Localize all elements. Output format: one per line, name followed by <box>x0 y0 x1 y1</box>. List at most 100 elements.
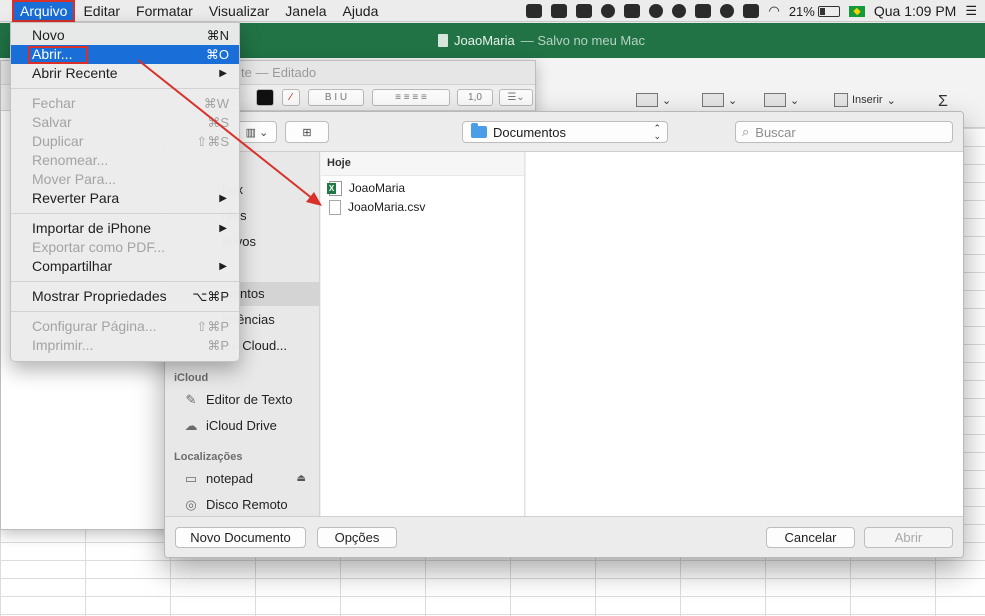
file-column: Hoje JoaoMaria JoaoMaria.csv <box>321 152 525 516</box>
menu-visualizar[interactable]: Visualizar <box>201 0 277 22</box>
messenger-icon[interactable] <box>551 4 568 18</box>
menu-item-abrir-recente[interactable]: Abrir Recente ▶ <box>11 64 239 83</box>
cloud-icon: ☁ <box>184 418 198 433</box>
globe-icon[interactable] <box>672 4 687 18</box>
submenu-arrow-icon: ▶ <box>219 68 227 79</box>
battery-icon <box>817 5 840 17</box>
menu-separator <box>11 213 239 214</box>
search-icon: ⌕ <box>742 124 750 139</box>
menu-item-renomear: Renomear... <box>32 152 109 168</box>
menu-item-importar-de-iphone[interactable]: Importar de iPhone ▶ <box>11 219 239 238</box>
options-button[interactable]: Opções <box>317 527 397 548</box>
clock[interactable]: Qua 1:09 PM <box>874 3 957 19</box>
sidebar-item-icloud-drive[interactable]: ☁ iCloud Drive <box>165 414 320 438</box>
sidebar-item-notepad[interactable]: ▭ notepad ⏏ <box>165 467 320 491</box>
open-dialog: ▥ ⌄ ⊞ Documentos ⌃⌄ ⌕ Buscar box ntes at… <box>164 111 964 558</box>
airplay-icon[interactable] <box>743 4 760 18</box>
sidebar-item-disco-remoto[interactable]: ◎ Disco Remoto <box>165 493 320 517</box>
menu-icon[interactable]: ☰ <box>965 3 977 19</box>
menu-item-reverter-para[interactable]: Reverter Para ▶ <box>11 189 239 208</box>
updown-chevron-icon: ⌃ ⌄ <box>653 123 661 141</box>
dropbox-icon[interactable] <box>695 4 712 18</box>
document-icon <box>438 34 448 47</box>
menu-item-duplicar: Duplicar ⇧⌘S <box>32 133 229 149</box>
eject-icon[interactable]: ⏏ <box>297 467 306 491</box>
menu-item-exportar-como-pdf: Exportar como PDF... <box>32 239 166 255</box>
insert-button[interactable]: Inserir ⌄ <box>834 93 896 107</box>
shortcut-label: ⌘O <box>205 47 229 62</box>
menu-item-abrir[interactable]: Abrir... ⌘O <box>11 45 239 64</box>
excel-file-icon <box>327 180 342 196</box>
column-header-hoje: Hoje <box>321 152 524 176</box>
menu-item-fechar: Fechar ⌘W <box>32 95 229 111</box>
file-menu: Novo ⌘N Abrir... ⌘O Abrir Recente ▶ Fechar ⌘W Sa… <box>10 22 240 362</box>
flag-app-icon[interactable] <box>624 4 641 18</box>
evernote-icon[interactable] <box>601 4 616 18</box>
menu-item-compartilhar[interactable]: Compartilhar ▶ <box>11 257 239 276</box>
excel-title: JoaoMaria — Salvo no meu Mac <box>438 33 645 48</box>
preview-column <box>526 152 963 516</box>
menu-separator <box>11 88 239 89</box>
shortcut-label: ⇧⌘P <box>196 319 229 334</box>
search-field[interactable]: ⌕ Buscar <box>735 121 953 143</box>
status-area: ◠ 21% Qua 1:09 PM ☰ <box>526 0 977 22</box>
text-color-swatch[interactable] <box>256 89 274 106</box>
shortcut-label: ⇧⌘S <box>196 134 229 149</box>
menu-editar[interactable]: Editar <box>75 0 128 22</box>
line-spacing-select[interactable]: 1,0 <box>457 89 493 106</box>
menu-item-novo[interactable]: Novo ⌘N <box>11 26 239 45</box>
sidebar-heading-locations: Localizações <box>174 451 243 463</box>
sidebar-item-editor-de-texto[interactable]: ✎ Editor de Texto <box>165 388 320 412</box>
drive-icon: ▭ <box>184 471 198 486</box>
menu-item-mover-para: Mover Para... <box>32 171 117 187</box>
menu-item-salvar: Salvar ⌘S <box>32 114 229 130</box>
shortcut-label: ⌘S <box>207 115 229 130</box>
zoom-icon[interactable] <box>526 4 543 18</box>
pen-icon[interactable] <box>576 4 593 18</box>
file-item-joaomaria[interactable]: JoaoMaria <box>321 179 524 197</box>
highlight-color-button[interactable]: ⁄ <box>282 89 300 106</box>
menu-separator <box>11 281 239 282</box>
location-select[interactable]: Documentos ⌃ ⌄ <box>462 121 668 143</box>
text-file-icon <box>329 199 341 215</box>
format-table-button[interactable]: ⌄ <box>636 93 671 107</box>
shortcut-label: ⌘N <box>206 28 229 43</box>
list-select[interactable]: ☰⌄ <box>499 89 533 106</box>
cancel-button[interactable]: Cancelar <box>766 527 855 548</box>
menu-separator <box>11 311 239 312</box>
menu-bar: Arquivo Editar Formatar Visualizar Janel… <box>0 0 985 22</box>
folder-icon <box>471 123 487 138</box>
menu-item-imprimir: Imprimir... ⌘P <box>32 337 229 353</box>
alignment-buttons[interactable]: ≡ ≡ ≡ ≡ <box>372 89 450 106</box>
shortcut-label: ⌥⌘P <box>192 289 229 304</box>
disc-icon: ◎ <box>185 497 197 512</box>
new-folder-button[interactable]: ⊞ <box>285 121 329 143</box>
open-button[interactable]: Abrir <box>864 527 953 548</box>
sync-icon[interactable] <box>720 4 735 18</box>
submenu-arrow-icon: ▶ <box>219 193 227 204</box>
menu-formatar[interactable]: Formatar <box>128 0 201 22</box>
menu-arquivo[interactable]: Arquivo <box>12 0 76 22</box>
new-document-button[interactable]: Novo Documento <box>175 527 306 548</box>
style-buttons[interactable]: B I U <box>308 89 364 106</box>
conditional-format-button[interactable]: ⌄ <box>764 93 799 107</box>
annotation-box <box>28 46 88 64</box>
brazil-flag-icon[interactable] <box>848 5 865 17</box>
cell-styles-button[interactable]: ⌄ <box>702 93 737 107</box>
dialog-footer: Novo Documento Opções Cancelar Abrir <box>165 516 963 557</box>
file-item-joaomaria-csv[interactable]: JoaoMaria.csv <box>321 198 524 216</box>
menu-item-mostrar-propriedades[interactable]: Mostrar Propriedades ⌥⌘P <box>11 287 239 306</box>
view-mode-button[interactable]: ▥ ⌄ <box>237 121 277 143</box>
menu-janela[interactable]: Janela <box>277 0 334 22</box>
sum-icon[interactable]: Σ <box>938 93 948 111</box>
wifi-icon[interactable]: ◠ <box>768 3 779 19</box>
submenu-arrow-icon: ▶ <box>219 223 227 234</box>
creative-cloud-icon[interactable] <box>649 4 664 18</box>
dialog-toolbar: ▥ ⌄ ⊞ Documentos ⌃ ⌄ ⌕ Buscar <box>165 112 963 152</box>
battery-status[interactable]: 21% <box>789 4 840 19</box>
menu-ajuda[interactable]: Ajuda <box>335 0 387 22</box>
shortcut-label: ⌘W <box>203 96 229 111</box>
textedit-app-icon: ✎ <box>185 392 197 407</box>
submenu-arrow-icon: ▶ <box>219 261 227 272</box>
menu-item-configurar-página: Configurar Página... ⇧⌘P <box>32 318 229 334</box>
